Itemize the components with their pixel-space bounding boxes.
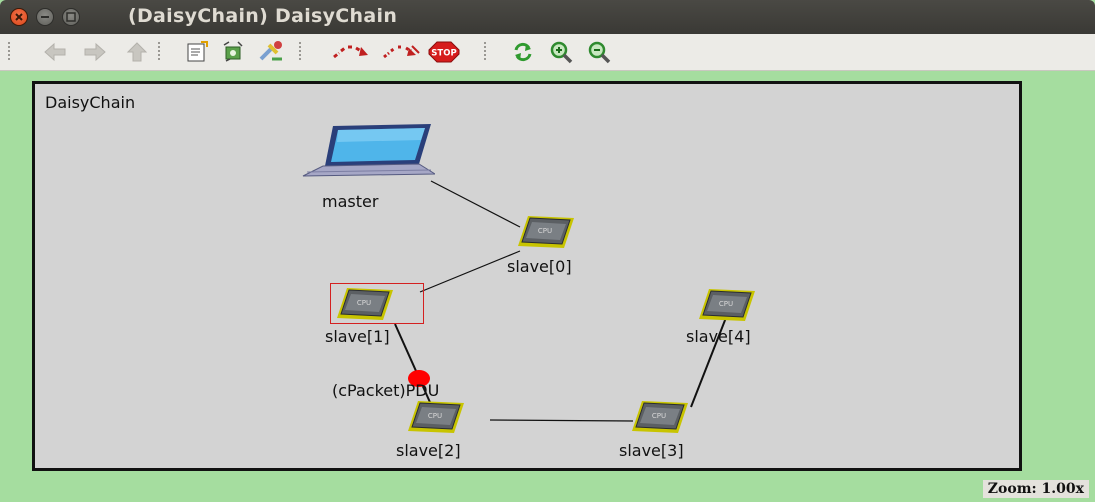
window-title: (DaisyChain) DaisyChain bbox=[128, 5, 398, 27]
back-icon bbox=[44, 42, 66, 62]
message-label: (cPacket)PDU bbox=[332, 381, 440, 400]
laptop-icon bbox=[302, 124, 437, 177]
toolbar-separator bbox=[484, 42, 486, 62]
object-inspect-icon bbox=[223, 41, 243, 62]
refresh-icon bbox=[514, 42, 532, 62]
toolbar: STOP bbox=[0, 34, 1095, 71]
stop-icon: STOP bbox=[428, 41, 460, 63]
node-label: master bbox=[322, 192, 379, 211]
cpu-icon: CPU bbox=[632, 401, 688, 433]
stop-label: STOP bbox=[431, 49, 456, 59]
close-icon bbox=[15, 13, 23, 21]
zoom-in-icon bbox=[550, 41, 573, 64]
forward-button[interactable] bbox=[80, 37, 110, 67]
svg-text:CPU: CPU bbox=[719, 300, 733, 308]
title-bar: (DaisyChain) DaisyChain bbox=[0, 0, 1095, 34]
node-slave3[interactable]: CPU bbox=[630, 399, 690, 441]
step-icon bbox=[333, 45, 368, 59]
tools-button[interactable] bbox=[256, 37, 286, 67]
refresh-button[interactable] bbox=[508, 37, 538, 67]
node-label: slave[1] bbox=[325, 327, 390, 346]
run-icon bbox=[383, 45, 420, 59]
node-label: slave[3] bbox=[619, 441, 684, 460]
forward-icon bbox=[84, 42, 106, 62]
toolbar-separator bbox=[299, 42, 301, 62]
run-button[interactable] bbox=[380, 37, 422, 67]
maximize-icon bbox=[66, 12, 76, 22]
svg-text:CPU: CPU bbox=[428, 412, 442, 420]
cpu-icon: CPU bbox=[408, 401, 464, 433]
maximize-window-button[interactable] bbox=[62, 8, 80, 26]
tools-icon bbox=[259, 41, 282, 61]
toolbar-separator bbox=[158, 42, 160, 62]
svg-text:CPU: CPU bbox=[357, 299, 371, 307]
back-button[interactable] bbox=[40, 37, 70, 67]
cpu-icon: CPU bbox=[337, 288, 393, 320]
zoom-level: Zoom: 1.00x bbox=[982, 480, 1089, 498]
node-master[interactable] bbox=[301, 122, 437, 182]
cpu-icon: CPU bbox=[518, 216, 574, 248]
cpu-icon: CPU bbox=[699, 289, 755, 321]
node-label: slave[0] bbox=[507, 257, 572, 276]
link-slave0-slave1 bbox=[419, 250, 521, 293]
minimize-icon bbox=[41, 16, 49, 18]
close-window-button[interactable] bbox=[10, 8, 28, 26]
toolbar-grip bbox=[8, 42, 10, 62]
node-label: slave[2] bbox=[396, 441, 461, 460]
minimize-window-button[interactable] bbox=[36, 8, 54, 26]
link-slave2-slave3 bbox=[489, 419, 634, 422]
svg-text:CPU: CPU bbox=[652, 412, 666, 420]
zoom-out-button[interactable] bbox=[584, 37, 614, 67]
stop-button[interactable]: STOP bbox=[426, 37, 462, 67]
link-master-slave0 bbox=[430, 180, 521, 228]
inspect-module-button[interactable] bbox=[182, 37, 212, 67]
up-button[interactable] bbox=[122, 37, 152, 67]
step-button[interactable] bbox=[330, 37, 372, 67]
svg-text:CPU: CPU bbox=[538, 227, 552, 235]
node-slave1[interactable]: CPU bbox=[335, 286, 395, 328]
node-slave0[interactable]: CPU bbox=[516, 214, 576, 256]
inspect-object-button[interactable] bbox=[218, 37, 248, 67]
network-canvas[interactable]: DaisyChain master CPU slave[0] CPU slave… bbox=[32, 81, 1022, 471]
module-inspect-icon bbox=[187, 41, 208, 62]
connection-lines bbox=[394, 180, 730, 422]
zoom-out-icon bbox=[588, 41, 611, 64]
up-icon bbox=[126, 42, 148, 62]
node-slave4[interactable]: CPU bbox=[697, 287, 757, 329]
node-slave2[interactable]: CPU bbox=[406, 399, 466, 441]
zoom-in-button[interactable] bbox=[546, 37, 576, 67]
node-label: slave[4] bbox=[686, 327, 751, 346]
